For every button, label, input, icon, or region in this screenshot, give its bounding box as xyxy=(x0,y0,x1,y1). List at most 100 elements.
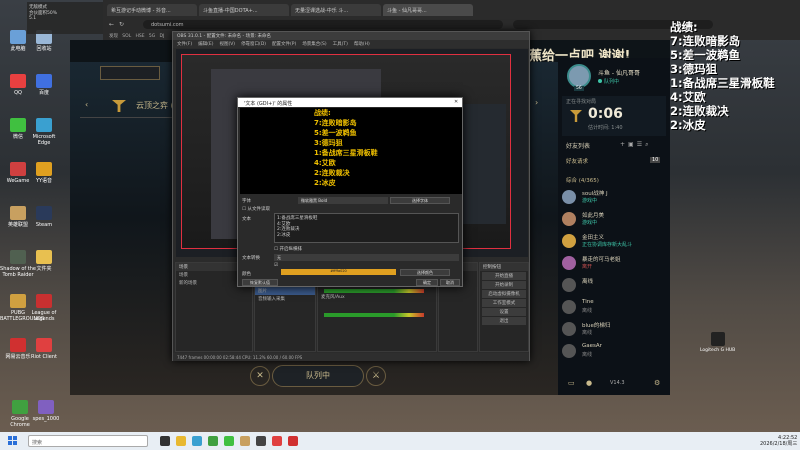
browser-tab[interactable]: 无量涩课选战-中乐 斗... xyxy=(291,4,381,16)
desktop-shortcut[interactable]: Microsoft Edge xyxy=(26,118,62,146)
desktop-shortcut[interactable]: League of Legends xyxy=(26,294,62,322)
friend-status: 游戏中 xyxy=(582,198,598,204)
exit-button[interactable]: 退出 xyxy=(482,317,526,325)
overlay-line: 3:德玛狙 xyxy=(670,62,718,76)
bookmark[interactable]: DJ xyxy=(160,34,165,39)
app-icon xyxy=(36,338,52,352)
obs-menu-item[interactable]: 场景集合(S) xyxy=(302,42,326,47)
mic-icon[interactable]: ● xyxy=(586,379,592,387)
chrome-icon[interactable] xyxy=(208,436,218,446)
chat-icon[interactable]: ▭ xyxy=(568,379,575,387)
mixer-channel: 麦克风/Aux xyxy=(321,295,345,300)
source-item-selected[interactable]: 图片 xyxy=(255,287,315,295)
riot-taskbar-icon[interactable] xyxy=(272,436,282,446)
cancel-queue-icon[interactable]: ✕ xyxy=(250,366,270,386)
cancel-button[interactable]: 取消 xyxy=(440,279,460,286)
version-label: V14.3 xyxy=(610,380,625,386)
studio-mode-button[interactable]: 工作室模式 xyxy=(482,299,526,307)
taskbar-search[interactable]: 搜索 xyxy=(28,435,148,447)
forward-arrow-icon[interactable]: › xyxy=(535,98,538,107)
browser-tab[interactable]: 希互游记手动微博 - 抖音... xyxy=(107,4,197,16)
bookmark[interactable]: HSE xyxy=(136,34,145,39)
bookmark[interactable]: 发现 xyxy=(109,34,118,39)
taskbar: 搜索 4:22:52 2026/2/18/周三 xyxy=(0,432,800,450)
app-icon xyxy=(12,400,28,414)
friend-row[interactable]: 如此月美 游戏中 xyxy=(562,210,666,230)
address-bar[interactable]: dotsumi.com xyxy=(143,20,503,29)
friend-group-label[interactable]: 综合 (4/365) xyxy=(566,176,599,184)
lol-play-button[interactable] xyxy=(100,66,160,80)
from-file-checkbox[interactable]: ☐ 从文件读取 xyxy=(242,206,270,212)
overlay-line: 2:冰皮 xyxy=(670,118,706,132)
bookmark[interactable]: SOL xyxy=(122,34,131,39)
text-input[interactable]: 1:备战席三星滑板鞋 4:艾欧 2:连败裁决 2:冰皮 xyxy=(274,213,459,243)
friend-row[interactable]: Tine 离线 xyxy=(562,298,666,318)
bookmark[interactable]: 5G xyxy=(149,34,155,39)
ok-button[interactable]: 确定 xyxy=(416,279,438,286)
edge-icon[interactable] xyxy=(192,436,202,446)
record-overlay-text: 战绩: 7:连败暗影岛 5:差一波鹈鱼 3:德玛狙 1:备战席三星滑板鞋 4:艾欧 2:连败… xyxy=(670,20,800,132)
friend-row[interactable]: GaesAr 离线 xyxy=(562,342,666,362)
select-color-button[interactable]: 选择颜色 xyxy=(400,269,450,276)
start-button[interactable] xyxy=(8,436,18,446)
logitech-desktop-icon[interactable]: Logitech G HUB xyxy=(700,332,735,353)
start-record-button[interactable]: 开始录制 xyxy=(482,281,526,289)
desktop-shortcut[interactable]: Steam xyxy=(26,206,62,228)
settings-gear-icon[interactable]: ⚙ xyxy=(654,379,660,387)
friend-row[interactable]: blue的梯归 离线 xyxy=(562,320,666,340)
floating-window[interactable]: 无敌模式 合伙面积50% 5.1 xyxy=(27,2,103,34)
defaults-button[interactable]: 恢复默认值 xyxy=(242,279,278,286)
start-stream-button[interactable]: 开始直播 xyxy=(482,272,526,280)
source-item[interactable]: 音频输入采集 xyxy=(255,295,315,303)
obs-menu-item[interactable]: 帮助(H) xyxy=(354,42,370,47)
file-explorer-icon[interactable] xyxy=(176,436,186,446)
browser-tab-active[interactable]: 斗鱼 - 仙凡哥哥... xyxy=(383,4,473,16)
preview-line: 1:备战席三星滑板鞋 xyxy=(314,149,378,157)
queue-button[interactable]: 队列中 xyxy=(272,365,364,387)
vertical-checkbox[interactable]: ☐ 开启纵横排 xyxy=(274,246,302,252)
lol-taskbar-icon[interactable] xyxy=(240,436,250,446)
app-icon xyxy=(10,206,26,220)
level-badge: 56 xyxy=(574,86,584,91)
reload-icon[interactable]: ↻ xyxy=(119,21,124,28)
wechat-icon[interactable] xyxy=(224,436,234,446)
obs-menu-item[interactable]: 配置文件(P) xyxy=(272,42,296,47)
obs-menu-item[interactable]: 编辑(E) xyxy=(198,42,213,47)
obs-menu-item[interactable]: 文件(F) xyxy=(177,42,192,47)
friend-row[interactable]: soul战神 J 游戏中 xyxy=(562,188,666,208)
obs-menu-item[interactable]: 视图(V) xyxy=(219,42,235,47)
clock[interactable]: 4:22:52 2026/2/18/周三 xyxy=(760,435,797,447)
avatar[interactable] xyxy=(567,64,591,88)
virtual-camera-button[interactable]: 启动虚拟摄像机 xyxy=(482,290,526,298)
desktop-shortcut-label: 回收站 xyxy=(36,46,52,52)
obs-status-bar: 7447 frames 00:00:00 02:58:44 CPU: 11.2%… xyxy=(173,353,529,361)
desktop-shortcut[interactable]: YY语音 xyxy=(26,162,62,184)
obs-menu-item[interactable]: 工具(T) xyxy=(333,42,348,47)
music-taskbar-icon[interactable] xyxy=(288,436,298,446)
browser-tab[interactable]: 斗鱼直播-中国DOTA+... xyxy=(199,4,289,16)
transform-select[interactable]: 无 xyxy=(274,254,459,261)
friend-avatar xyxy=(562,278,576,292)
obs-menu-item[interactable]: 停靠窗口(D) xyxy=(241,42,266,47)
desktop-shortcut[interactable]: 文件夹 xyxy=(26,250,62,272)
select-font-button[interactable]: 选择字体 xyxy=(390,197,450,204)
obs-taskbar-icon[interactable] xyxy=(256,436,266,446)
close-icon[interactable]: ✕ xyxy=(454,99,458,105)
social-toolbar-icons[interactable]: +▣☰⌕ xyxy=(620,141,651,149)
desktop-shortcut[interactable]: spes_1000 xyxy=(28,400,64,422)
friend-row[interactable]: 金田主义 正在协调库存新大乱斗 xyxy=(562,232,666,252)
settings-button[interactable]: 设置 xyxy=(482,308,526,316)
desktop-shortcut[interactable]: Riot Client xyxy=(26,338,62,360)
task-view-icon[interactable] xyxy=(160,436,170,446)
desktop-shortcut[interactable]: 百度 xyxy=(26,74,62,96)
queue-options-icon[interactable]: ⚔ xyxy=(366,366,386,386)
antialias-checkbox[interactable]: ☑ xyxy=(274,263,278,268)
friend-row[interactable]: 离线 xyxy=(562,276,666,296)
vertical-label: 开启纵横排 xyxy=(279,247,302,252)
back-icon[interactable]: ← xyxy=(109,21,114,28)
friend-requests[interactable]: 好友请求 xyxy=(566,157,588,165)
friend-row[interactable]: 暴走的可马老姐 离开 xyxy=(562,254,666,274)
font-label: 字体 xyxy=(242,199,251,204)
back-arrow-icon[interactable]: ‹ xyxy=(85,100,88,109)
friend-status: 离线 xyxy=(582,352,593,358)
